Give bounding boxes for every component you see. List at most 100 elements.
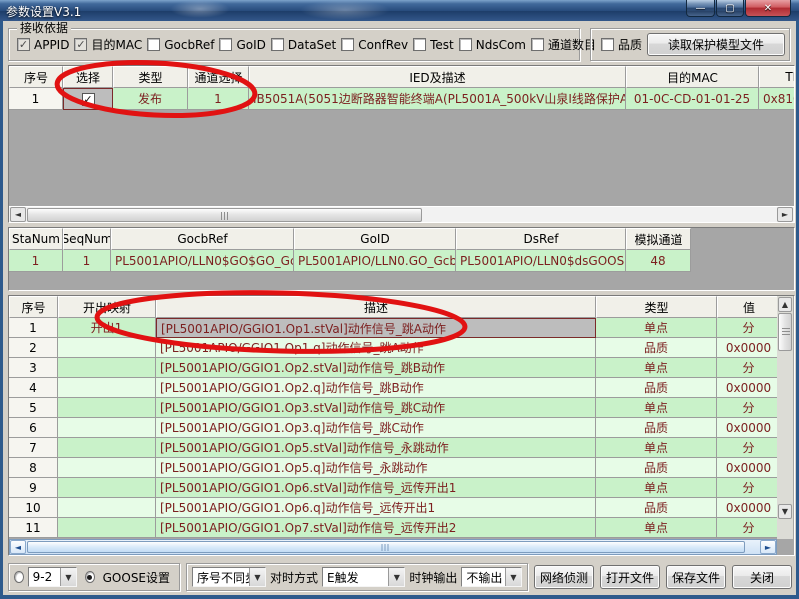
description-cell[interactable]: [PL5001APIO/GGIO1.Op7.stVal]动作信号_远传开出2 (156, 518, 596, 538)
row-index-cell[interactable]: 2 (9, 338, 58, 358)
checkbox-APPID[interactable]: ✓ (17, 38, 30, 51)
gocb-cell[interactable]: PL5001APIO/LLN0$dsGOOSE1 (456, 250, 626, 272)
gocb-cell[interactable]: 1 (9, 250, 63, 272)
checkbox-通道数目[interactable] (531, 38, 544, 51)
output-mapping-cell[interactable] (58, 478, 156, 498)
checkbox-DataSet[interactable] (271, 38, 284, 51)
output-table-vscroll-track[interactable] (777, 351, 793, 503)
mode-select[interactable]: 9-2 ▼ (28, 567, 77, 587)
goose-radio[interactable] (85, 571, 95, 583)
description-cell[interactable]: [PL5001APIO/GGIO1.Op6.q]动作信号_远传开出1 (156, 498, 596, 518)
output-table-vscrollbar[interactable]: ▲ ▼ (777, 296, 793, 539)
value-cell[interactable]: 0x0000 (717, 418, 779, 438)
network-detect-button[interactable]: 网络侦测 (534, 565, 594, 589)
output-table-row-8[interactable]: 8[PL5001APIO/GGIO1.Op5.q]动作信号_永跳动作品质0x00… (9, 458, 779, 478)
row-index-cell[interactable]: 1 (9, 318, 58, 338)
description-cell[interactable]: [PL5001APIO/GGIO1.Op1.stVal]动作信号_跳A动作 (156, 318, 596, 338)
output-mapping-cell[interactable] (58, 358, 156, 378)
value-cell[interactable]: 分 (717, 518, 779, 538)
value-cell[interactable]: 分 (717, 478, 779, 498)
maximize-button[interactable]: ▢ (716, 0, 744, 17)
close-dialog-button[interactable]: 关闭 (732, 565, 792, 589)
output-table-row-3[interactable]: 3 [PL5001APIO/GGIO1.Op2.stVal]动作信号_跳B动作单点… (9, 358, 779, 378)
row-index-cell[interactable]: 10 (9, 498, 58, 518)
description-cell[interactable]: [PL5001APIO/GGIO1.Op2.q]动作信号_跳B动作 (156, 378, 596, 398)
output-table-row-4[interactable]: 4 [PL5001APIO/GGIO1.Op2.q]动作信号_跳B动作品质0x00… (9, 378, 779, 398)
ied-description-cell[interactable]: IB5051A(5051边断路器智能终端A(PL5001A_500kV山泉I线路… (249, 88, 626, 110)
row-index-cell[interactable]: 11 (9, 518, 58, 538)
output-table-row-10[interactable]: 10[PL5001APIO/GGIO1.Op6.q]动作信号_远传开出1品质0x… (9, 498, 779, 518)
type-cell[interactable]: 发布 (113, 88, 188, 110)
mode-92-radio[interactable] (14, 571, 24, 583)
output-mapping-cell[interactable] (58, 378, 156, 398)
type-cell[interactable]: 单点 (596, 398, 717, 418)
output-mapping-cell[interactable] (58, 398, 156, 418)
output-mapping-cell[interactable] (58, 438, 156, 458)
type-cell[interactable]: 单点 (596, 478, 717, 498)
type-cell[interactable]: 单点 (596, 358, 717, 378)
output-table-row-6[interactable]: 6[PL5001APIO/GGIO1.Op3.q]动作信号_跳C动作品质0x00… (9, 418, 779, 438)
value-cell[interactable]: 分 (717, 358, 779, 378)
row-index-cell[interactable]: 3 (9, 358, 58, 378)
value-cell[interactable]: 分 (717, 398, 779, 418)
channel-cell[interactable]: 1 (188, 88, 249, 110)
value-cell[interactable]: 0x0000 (717, 338, 779, 358)
row-index-cell[interactable]: 6 (9, 418, 58, 438)
checkbox-ConfRev[interactable] (341, 38, 354, 51)
value-cell[interactable]: 0x0000 (717, 498, 779, 518)
read-model-button[interactable]: 读取保护模型文件 (647, 33, 785, 56)
output-mapping-cell[interactable] (58, 498, 156, 518)
checkbox-NdsCom[interactable] (459, 38, 472, 51)
checkbox-Test[interactable] (413, 38, 426, 51)
row-index-cell[interactable]: 4 (9, 378, 58, 398)
clock-output-select[interactable]: 不输出 ▼ (461, 567, 522, 587)
output-mapping-cell[interactable] (58, 418, 156, 438)
output-table-row-1[interactable]: 1开出1[PL5001APIO/GGIO1.Op1.stVal]动作信号_跳A动… (9, 318, 779, 338)
type-cell[interactable]: 单点 (596, 438, 717, 458)
save-file-button[interactable]: 保存文件 (666, 565, 726, 589)
scroll-right-icon[interactable]: ► (760, 540, 776, 554)
gocb-table-row[interactable]: 11PL5001APIO/LLN0$GO$GO_Gcb1PL5001APIO/L… (9, 250, 794, 272)
row-index-cell[interactable]: 9 (9, 478, 58, 498)
checkbox-目的MAC[interactable]: ✓ (74, 38, 87, 51)
output-table-row-9[interactable]: 9 [PL5001APIO/GGIO1.Op6.stVal]动作信号_远传开出1单… (9, 478, 779, 498)
timesync-select[interactable]: E触发 ▼ (322, 567, 405, 587)
scroll-right-icon[interactable]: ► (777, 207, 793, 222)
gocb-cell[interactable]: PL5001APIO/LLN0.GO_Gcb1 (294, 250, 456, 272)
gocb-cell[interactable]: 1 (63, 250, 111, 272)
chevron-down-icon[interactable]: ▼ (505, 568, 521, 586)
type-cell[interactable]: 单点 (596, 518, 717, 538)
value-cell[interactable]: 分 (717, 438, 779, 458)
tpid-cell[interactable]: 0x8100 (759, 88, 795, 110)
value-cell[interactable]: 0x0000 (717, 458, 779, 478)
output-table-row-5[interactable]: 5 [PL5001APIO/GGIO1.Op3.stVal]动作信号_跳C动作单点… (9, 398, 779, 418)
output-table-row-11[interactable]: 11 [PL5001APIO/GGIO1.Op7.stVal]动作信号_远传开出2… (9, 518, 779, 538)
description-cell[interactable]: [PL5001APIO/GGIO1.Op3.stVal]动作信号_跳C动作 (156, 398, 596, 418)
scroll-down-icon[interactable]: ▼ (778, 504, 792, 519)
minimize-button[interactable]: — (686, 0, 715, 17)
row-index-cell[interactable]: 1 (9, 88, 63, 110)
gocb-cell[interactable]: 48 (626, 250, 691, 272)
output-table-row-2[interactable]: 2[PL5001APIO/GGIO1.Op1.q]动作信号_跳A动作品质0x00… (9, 338, 779, 358)
description-cell[interactable]: [PL5001APIO/GGIO1.Op2.stVal]动作信号_跳B动作 (156, 358, 596, 378)
output-mapping-cell[interactable]: 开出1 (58, 318, 156, 338)
description-cell[interactable]: [PL5001APIO/GGIO1.Op5.stVal]动作信号_永跳动作 (156, 438, 596, 458)
description-cell[interactable]: [PL5001APIO/GGIO1.Op6.stVal]动作信号_远传开出1 (156, 478, 596, 498)
row-index-cell[interactable]: 8 (9, 458, 58, 478)
type-cell[interactable]: 品质 (596, 378, 717, 398)
chevron-down-icon[interactable]: ▼ (388, 568, 404, 586)
output-table-vscroll-thumb[interactable] (778, 313, 792, 351)
description-cell[interactable]: [PL5001APIO/GGIO1.Op3.q]动作信号_跳C动作 (156, 418, 596, 438)
select-cell[interactable]: ✓ (63, 88, 113, 110)
output-mapping-cell[interactable] (58, 518, 156, 538)
type-cell[interactable]: 品质 (596, 338, 717, 358)
scroll-left-icon[interactable]: ◄ (10, 540, 26, 554)
row-index-cell[interactable]: 5 (9, 398, 58, 418)
row-select-checkbox[interactable]: ✓ (82, 93, 95, 106)
mac-cell[interactable]: 01-0C-CD-01-01-25 (626, 88, 759, 110)
chevron-down-icon[interactable]: ▼ (60, 568, 76, 586)
value-cell[interactable]: 0x0000 (717, 378, 779, 398)
output-table-hscroll-thumb[interactable] (27, 541, 745, 553)
output-table-row-7[interactable]: 7[PL5001APIO/GGIO1.Op5.stVal]动作信号_永跳动作单点… (9, 438, 779, 458)
close-button[interactable]: ✕ (745, 0, 791, 17)
